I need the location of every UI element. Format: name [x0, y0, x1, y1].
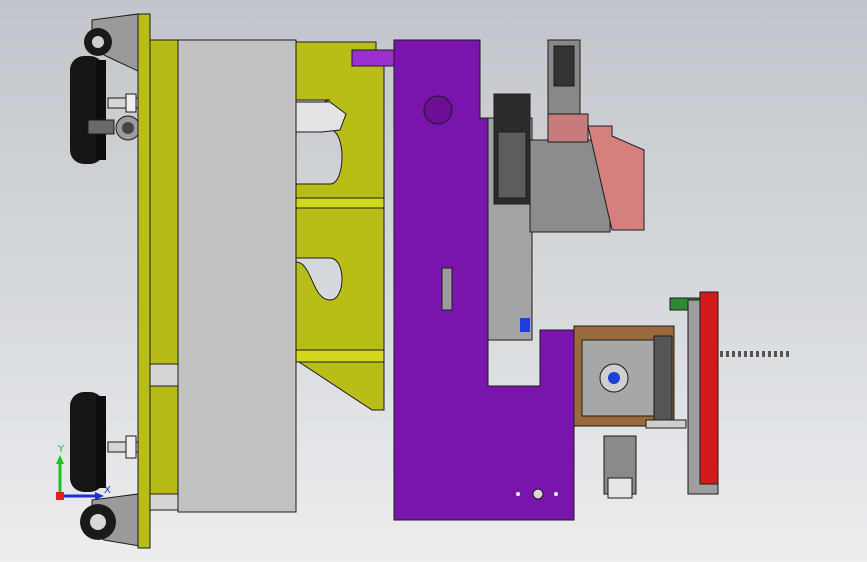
- body-hole-small-1: [516, 492, 520, 496]
- purple-pin: [351, 49, 395, 67]
- motor-coupling: [547, 113, 589, 143]
- body-hole-small-2: [554, 492, 558, 496]
- bracket-rib-1: [295, 197, 385, 209]
- body-bore: [423, 95, 453, 125]
- head-spindle: [608, 372, 620, 384]
- body-hole: [532, 488, 544, 500]
- cad-viewport[interactable]: Y X: [0, 0, 867, 562]
- frame-clamp-1: [149, 363, 179, 387]
- lower-bracket: [645, 419, 687, 429]
- purple-main-body: [393, 39, 575, 521]
- bracket-rib-2: [295, 349, 385, 363]
- red-drive-belt: [699, 291, 719, 485]
- y-axis-arrow-head: [56, 455, 64, 464]
- triad-origin: [56, 492, 64, 500]
- sensor-blue: [520, 318, 530, 332]
- top-caster-wheel: [70, 13, 141, 164]
- gray-mounting-slab: [177, 39, 297, 513]
- vertical-motor-cap: [553, 45, 575, 87]
- body-slot: [441, 267, 453, 311]
- frame-clamp-2: [149, 493, 179, 511]
- frame-backplate: [149, 39, 179, 511]
- lower-motor-shaft: [607, 477, 633, 499]
- bottom-caster-wheel: [70, 392, 141, 547]
- upper-motor-housing: [497, 131, 527, 199]
- y-axis-label: Y: [57, 444, 65, 455]
- left-frame-plate: [137, 13, 151, 549]
- x-axis-label: X: [104, 485, 111, 496]
- head-side-block: [653, 335, 673, 421]
